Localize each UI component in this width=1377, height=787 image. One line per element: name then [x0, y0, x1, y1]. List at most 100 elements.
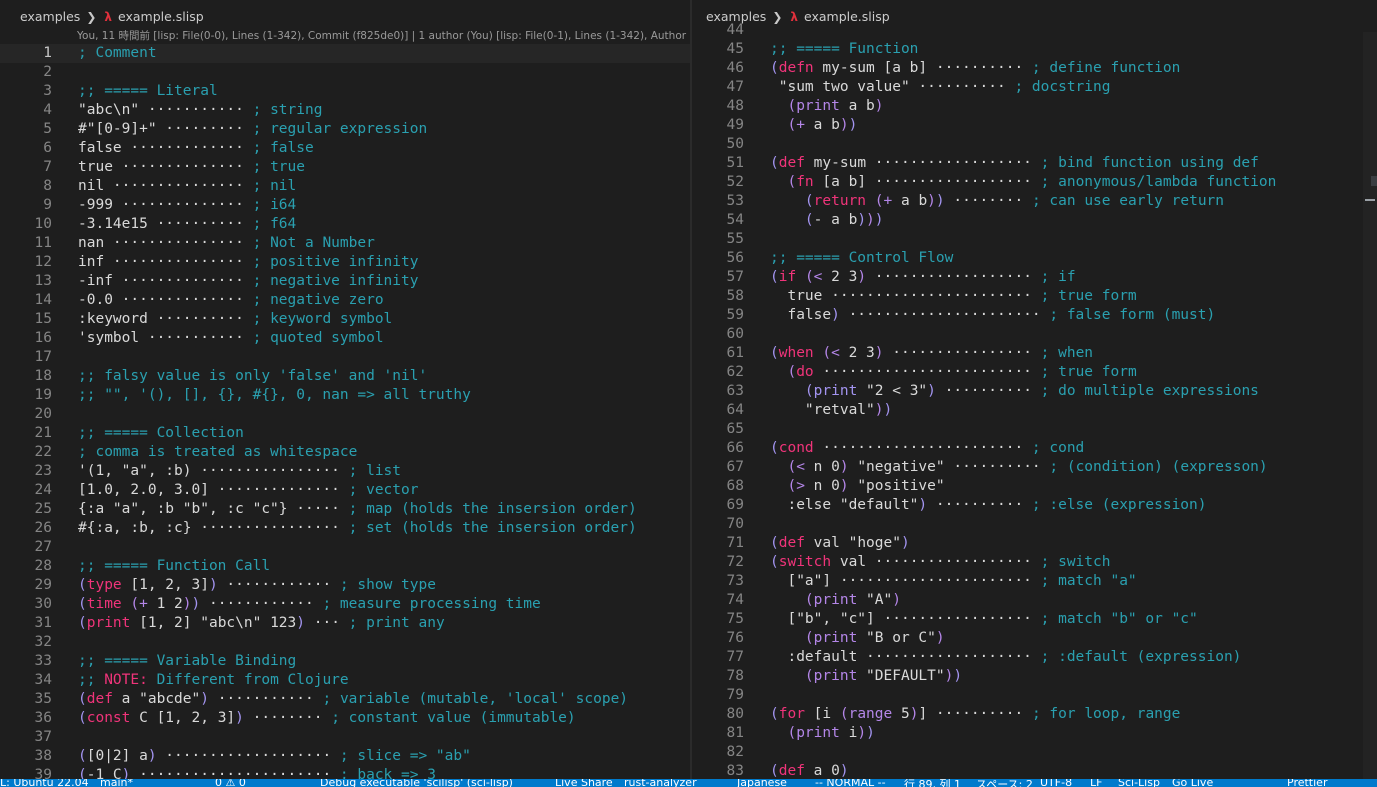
code-line[interactable]: 29 (type [1, 2, 3]) ············ ; show t…	[0, 576, 690, 595]
code-line[interactable]: 34;; NOTE: Different from Clojure	[0, 671, 690, 690]
scrollbar[interactable]	[1363, 32, 1377, 779]
code-line[interactable]: 73 ["a"] ······················ ; match …	[692, 572, 1377, 591]
code-line[interactable]: 27	[0, 538, 690, 557]
code-line[interactable]: 59 false) ······················ ; false…	[692, 306, 1377, 325]
scrollbar-thumb[interactable]	[1371, 176, 1377, 186]
code-area[interactable]: 44 45;; ===== Function 46 (defn my-sum [a b…	[692, 21, 1377, 779]
code-line[interactable]: 35 (def a "abcde") ··········· ; variable…	[0, 690, 690, 709]
breadcrumb-folder[interactable]: examples	[20, 9, 80, 24]
code-line[interactable]: 19 ;; "", '(), [], {}, #{}, 0, nan => all…	[0, 386, 690, 405]
code-line[interactable]: 70	[692, 515, 1377, 534]
code-line[interactable]: 25 {:a "a", :b "b", :c "c"} ····· ; map (…	[0, 500, 690, 519]
code-line[interactable]: 30 (time (+ 1 2)) ············ ; measure …	[0, 595, 690, 614]
status-item[interactable]: LF	[1090, 779, 1102, 787]
code-line[interactable]: 52 (fn [a b] ·················· ; anonym…	[692, 173, 1377, 192]
status-item[interactable]: rust-analyzer	[624, 779, 697, 787]
status-item[interactable]: Debug executable 'scilisp' (sci-lisp)	[320, 779, 513, 787]
code-line[interactable]: 36 (const C [1, 2, 3]) ········ ; constan…	[0, 709, 690, 728]
code-line[interactable]: 9 -999 ·············· ; i64	[0, 196, 690, 215]
code-line[interactable]: 80 (for [i (range 5)] ·········· ; for lo…	[692, 705, 1377, 724]
status-item[interactable]: Go Live	[1172, 779, 1213, 787]
status-item[interactable]: Live Share	[555, 779, 613, 787]
code-line[interactable]: 22 ; comma is treated as whitespace	[0, 443, 690, 462]
code-line[interactable]: 82	[692, 743, 1377, 762]
code-line[interactable]: 21 ;; ===== Collection	[0, 424, 690, 443]
code-line[interactable]: 11 nan ··············· ; Not a Number	[0, 234, 690, 253]
code-line[interactable]: 48 (print a b)	[692, 97, 1377, 116]
editor-pane-left[interactable]: examples ❯ λ example.slisp You, 11 時間前 […	[0, 0, 690, 779]
code-line[interactable]: 10 -3.14e15 ·········· ; f64	[0, 215, 690, 234]
code-line[interactable]: 79	[692, 686, 1377, 705]
code-line[interactable]: 49 (+ a b))	[692, 116, 1377, 135]
code-line[interactable]: 76 (print "B or C")	[692, 629, 1377, 648]
code-line[interactable]: 68 (> n 0) "positive"	[692, 477, 1377, 496]
code-line[interactable]: 56 ;; ===== Control Flow	[692, 249, 1377, 268]
status-item[interactable]: UTF-8	[1040, 779, 1072, 787]
code-line[interactable]: 63 (print "2 < 3") ·········· ; do multi…	[692, 382, 1377, 401]
code-line[interactable]: 45 ;; ===== Function	[692, 40, 1377, 59]
code-line[interactable]: 74 (print "A")	[692, 591, 1377, 610]
code-line[interactable]: 54 (- a b)))	[692, 211, 1377, 230]
code-line[interactable]: 5 #"[0-9]+" ········· ; regular expressio…	[0, 120, 690, 139]
code-line[interactable]: 44	[692, 21, 1377, 40]
code-line[interactable]: 17	[0, 348, 690, 367]
code-line[interactable]: 12 inf ··············· ; positive infinit…	[0, 253, 690, 272]
code-line[interactable]: 3 ;; ===== Literal	[0, 82, 690, 101]
status-item[interactable]: -- NORMAL --	[815, 779, 886, 787]
code-area[interactable]: 1; Comment 2 3;; ===== Literal 4 "abc\n" ···…	[0, 44, 690, 779]
status-item[interactable]: Prettier	[1287, 779, 1327, 787]
code-line[interactable]: 62 (do ························ ; true f…	[692, 363, 1377, 382]
code-line[interactable]: 50	[692, 135, 1377, 154]
code-line[interactable]: 66 (cond ······················· ; cond	[692, 439, 1377, 458]
code-line[interactable]: 38 ([0|2] a) ··················· ; slice …	[0, 747, 690, 766]
code-line[interactable]: 71 (def val "hoge")	[692, 534, 1377, 553]
breadcrumb-file[interactable]: example.slisp	[118, 9, 204, 24]
code-line[interactable]: 77 :default ··················· ; :defau…	[692, 648, 1377, 667]
code-line[interactable]: 16 'symbol ··········· ; quoted symbol	[0, 329, 690, 348]
code-line[interactable]: 15:keyword ·········· ; keyword symbol	[0, 310, 690, 329]
code-line[interactable]: 65	[692, 420, 1377, 439]
git-blame-codelens[interactable]: You, 11 時間前 [lisp: File(0-0), Lines (1-3…	[77, 28, 689, 44]
code-line[interactable]: 8 nil ··············· ; nil	[0, 177, 690, 196]
code-line[interactable]: 14 -0.0 ·············· ; negative zero	[0, 291, 690, 310]
status-item[interactable]: Sci-Lisp	[1118, 779, 1160, 787]
code-line[interactable]: 32	[0, 633, 690, 652]
code-line[interactable]: 24 [1.0, 2.0, 3.0] ·············· ; vecto…	[0, 481, 690, 500]
code-line[interactable]: 2	[0, 63, 690, 82]
code-line[interactable]: 60	[692, 325, 1377, 344]
code-line[interactable]: 18 ;; falsy value is only 'false' and 'ni…	[0, 367, 690, 386]
code-line[interactable]: 81 (print i))	[692, 724, 1377, 743]
code-line[interactable]: 78 (print "DEFAULT"))	[692, 667, 1377, 686]
status-item[interactable]: Japanese	[737, 779, 787, 787]
code-line[interactable]: 46 (defn my-sum [a b] ·········· ; define…	[692, 59, 1377, 78]
status-item[interactable]: スペース: 2	[976, 779, 1033, 787]
code-line[interactable]: 26 #{:a, :b, :c} ················ ; set (…	[0, 519, 690, 538]
code-line[interactable]: 72 (switch val ·················· ; switc…	[692, 553, 1377, 572]
code-line[interactable]: 69 :else "default") ·········· ; :else (…	[692, 496, 1377, 515]
code-line[interactable]: 75 ["b", "c"] ················· ; match …	[692, 610, 1377, 629]
status-item[interactable]: L: Ubuntu 22.04	[0, 779, 89, 787]
status-item[interactable]: main*	[100, 779, 133, 787]
code-line[interactable]: 53 (return (+ a b)) ········ ; can use e…	[692, 192, 1377, 211]
code-line[interactable]: 1 ; Comment	[0, 44, 690, 63]
code-line[interactable]: 31 (print [1, 2] "abc\n" 123) ··· ; print…	[0, 614, 690, 633]
code-line[interactable]: 61 (when (< 2 3) ················ ; when	[692, 344, 1377, 363]
code-line[interactable]: 64 "retval"))	[692, 401, 1377, 420]
code-line[interactable]: 51 (def my-sum ·················· ; bind …	[692, 154, 1377, 173]
status-item[interactable]: 行 89, 列 1	[904, 779, 961, 787]
code-line[interactable]: 4 "abc\n" ··········· ; string	[0, 101, 690, 120]
code-line[interactable]: 20	[0, 405, 690, 424]
code-line[interactable]: 13 -inf ·············· ; negative infinit…	[0, 272, 690, 291]
code-line[interactable]: 28 ;; ===== Function Call	[0, 557, 690, 576]
code-line[interactable]: 33 ;; ===== Variable Binding	[0, 652, 690, 671]
code-line[interactable]: 47 "sum two value" ·········· ; docstrin…	[692, 78, 1377, 97]
code-line[interactable]: 23 '(1, "a", :b) ················ ; list	[0, 462, 690, 481]
code-line[interactable]: 37	[0, 728, 690, 747]
code-line[interactable]: 55	[692, 230, 1377, 249]
code-line[interactable]: 39 (-1 C) ······················ ; back =…	[0, 766, 690, 779]
code-line[interactable]: 57 (if (< 2 3) ·················· ; if	[692, 268, 1377, 287]
code-line[interactable]: 83 (def a 0)	[692, 762, 1377, 779]
editor-pane-right[interactable]: examples ❯ λ example.slisp 44 45;; ===== …	[692, 0, 1377, 779]
code-line[interactable]: 6 false ············· ; false	[0, 139, 690, 158]
status-item[interactable]: 0 ⚠ 0	[215, 779, 246, 787]
